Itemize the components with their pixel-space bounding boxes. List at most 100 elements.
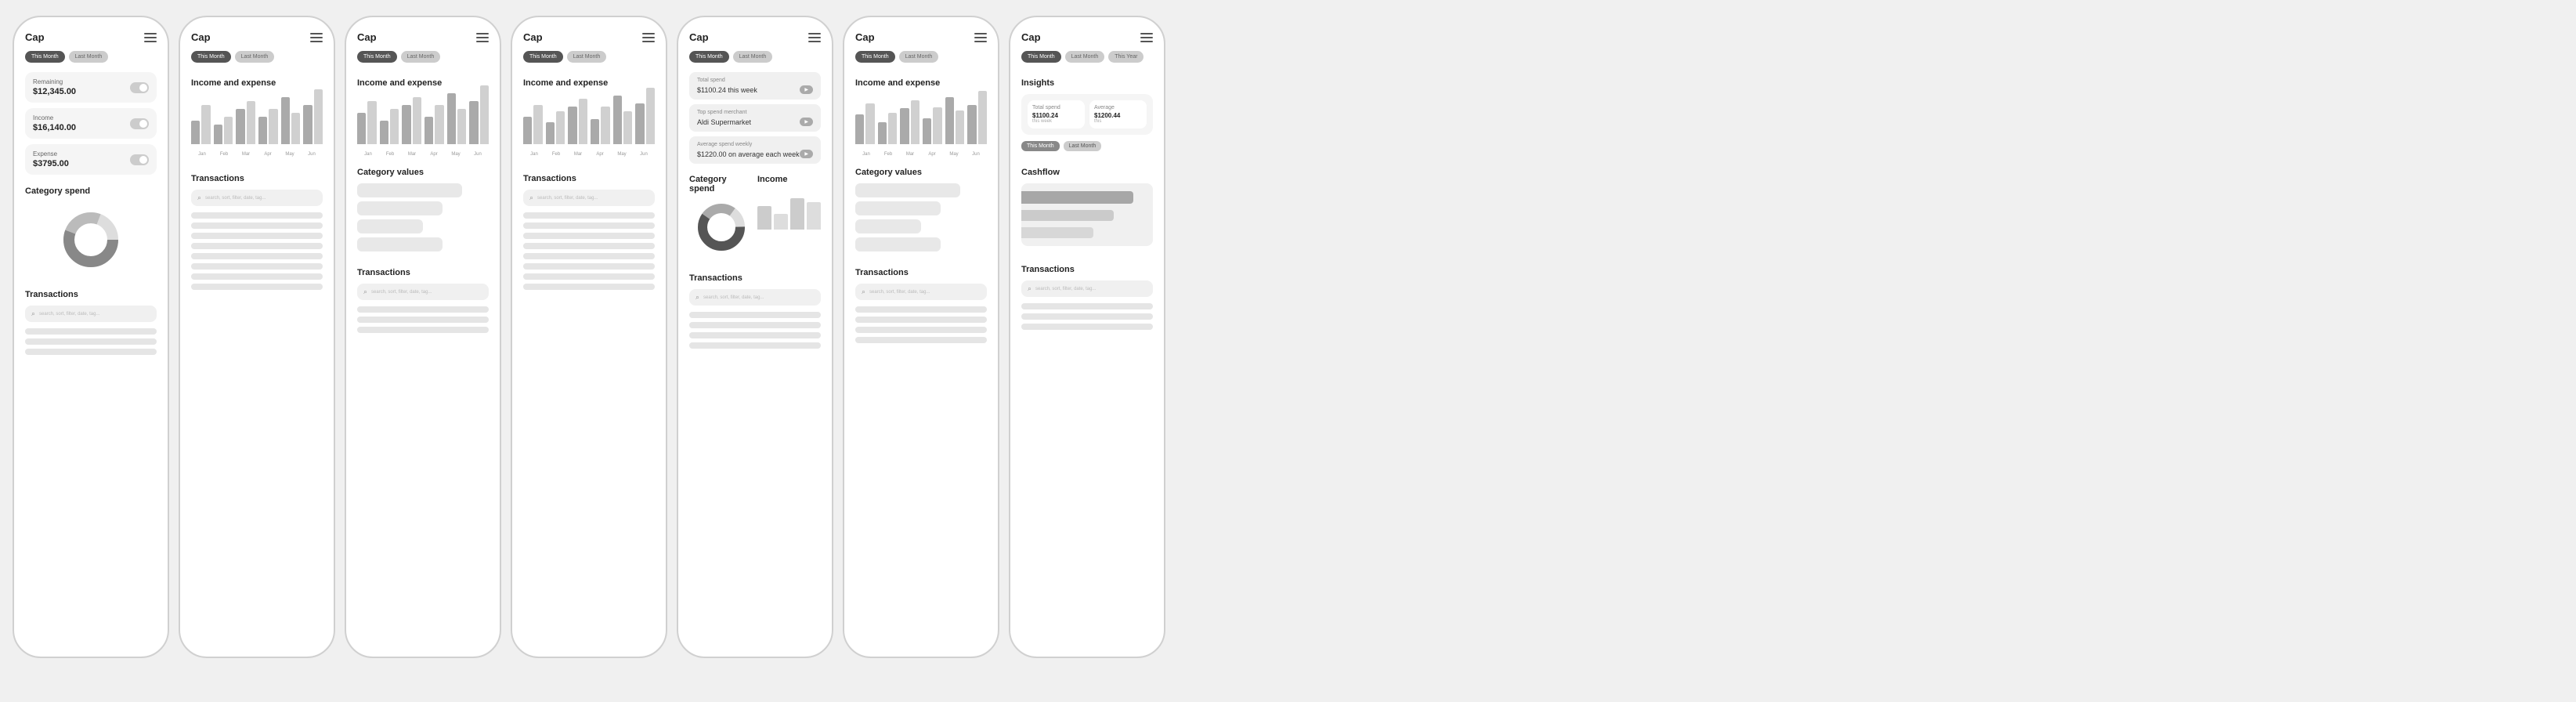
label-may: May (445, 152, 467, 157)
transaction-row (689, 332, 821, 338)
screen6-header: Cap (855, 31, 987, 43)
tab6-thismonth[interactable]: This Month (855, 51, 895, 63)
screen3-tabs: This Month Last Month (357, 51, 489, 63)
tab7-thismonth[interactable]: This Month (1021, 51, 1061, 63)
total-spend-card: Total spend $1100.24 this week ▶ (689, 72, 821, 100)
category-item[interactable] (855, 201, 941, 215)
category-item[interactable] (357, 201, 443, 215)
chart-labels-2: Jan Feb Mar Apr May Jun (191, 152, 323, 157)
tab6-lastmonth[interactable]: Last Month (899, 51, 939, 63)
tab2-lastmonth[interactable]: Last Month (235, 51, 275, 63)
transaction-row (25, 328, 157, 335)
search-bar-7[interactable]: ⌕ search, sort, filter, date, tag... (1021, 280, 1153, 297)
menu-icon-1[interactable] (144, 33, 157, 42)
expense-value: $3795.00 (33, 159, 69, 168)
income-expense-title-6: Income and expense (855, 78, 987, 88)
transaction-row (357, 327, 489, 333)
search-bar-6[interactable]: ⌕ search, sort, filter, date, tag... (855, 284, 987, 300)
category-item[interactable] (855, 237, 941, 251)
search-bar-5[interactable]: ⌕ search, sort, filter, date, tag... (689, 289, 821, 306)
top-merchant-card: Top spend merchant Aldi Supermarket ▶ (689, 104, 821, 132)
avg-weekly-label: Average spend weekly (697, 142, 813, 147)
transaction-row (689, 342, 821, 349)
screen5-header: Cap (689, 31, 821, 43)
income-value: $16,140.00 (33, 123, 76, 132)
screen2-title: Cap (191, 31, 211, 43)
tab1-thismonth[interactable]: This Month (25, 51, 65, 63)
remaining-label: Remaining (33, 78, 76, 85)
label-apr: Apr (589, 152, 611, 157)
tab2-thismonth[interactable]: This Month (191, 51, 231, 63)
tab5-lastmonth[interactable]: Last Month (733, 51, 773, 63)
tab3-thismonth[interactable]: This Month (357, 51, 397, 63)
search-bar-2[interactable]: ⌕ search, sort, filter, date, tag... (191, 190, 323, 206)
menu-icon-2[interactable] (310, 33, 323, 42)
screen1-title: Cap (25, 31, 45, 43)
category-item[interactable] (855, 219, 921, 233)
menu-icon-4[interactable] (642, 33, 655, 42)
tab5-thismonth[interactable]: This Month (689, 51, 729, 63)
transaction-row (25, 349, 157, 355)
tab4-lastmonth[interactable]: Last Month (567, 51, 607, 63)
category-item[interactable] (357, 219, 423, 233)
label-may: May (611, 152, 633, 157)
search-placeholder-2: search, sort, filter, date, tag... (205, 196, 266, 201)
category-values-title-6: Category values (855, 168, 987, 177)
transactions-title-7: Transactions (1021, 265, 1153, 274)
search-bar-4[interactable]: ⌕ search, sort, filter, date, tag... (523, 190, 655, 206)
screen6-title: Cap (855, 31, 875, 43)
tab7-thisyear[interactable]: This Year (1108, 51, 1143, 63)
label-may: May (279, 152, 301, 157)
tab3-lastmonth[interactable]: Last Month (401, 51, 441, 63)
phone-screen-6: Cap This Month Last Month Income and exp… (843, 16, 999, 658)
transaction-row (191, 273, 323, 280)
insights-title-7: Insights (1021, 78, 1153, 88)
search-bar-3[interactable]: ⌕ search, sort, filter, date, tag... (357, 284, 489, 300)
phone-screen-2: Cap This Month Last Month Income and exp… (179, 16, 335, 658)
income-card: Income $16,140.00 (25, 108, 157, 139)
menu-icon-6[interactable] (974, 33, 987, 42)
action-btn-thismonth[interactable]: This Month (1021, 141, 1060, 151)
label-jun: Jun (633, 152, 655, 157)
transaction-row (191, 223, 323, 229)
chart-labels-4: Jan Feb Mar Apr May Jun (523, 152, 655, 157)
transaction-row (523, 243, 655, 249)
label-apr: Apr (257, 152, 279, 157)
category-item[interactable] (357, 237, 443, 251)
income-label: Income (33, 114, 76, 121)
search-placeholder-6: search, sort, filter, date, tag... (869, 290, 930, 295)
screen7-title: Cap (1021, 31, 1041, 43)
tab1-lastmonth[interactable]: Last Month (69, 51, 109, 63)
tab7-lastmonth[interactable]: Last Month (1065, 51, 1105, 63)
transaction-row (523, 233, 655, 239)
label-jan: Jan (855, 152, 877, 157)
income-toggle[interactable] (130, 118, 149, 129)
tab4-thismonth[interactable]: This Month (523, 51, 563, 63)
expense-label: Expense (33, 150, 69, 157)
transactions-title-4: Transactions (523, 174, 655, 183)
expense-toggle[interactable] (130, 154, 149, 165)
action-btn-lastmonth[interactable]: Last Month (1064, 141, 1102, 151)
label-mar: Mar (401, 152, 423, 157)
menu-icon-3[interactable] (476, 33, 489, 42)
transaction-row (523, 263, 655, 270)
total-spend-amount: $1100.24 this week (697, 86, 757, 94)
insights-box: Total spend $1100.24 this week Average $… (1021, 94, 1153, 135)
transaction-row (855, 337, 987, 343)
screen6-tabs: This Month Last Month (855, 51, 987, 63)
top-merchant-name: Aldi Supermarket (697, 118, 751, 126)
label-feb: Feb (213, 152, 235, 157)
category-item[interactable] (855, 183, 960, 197)
total-spend-value: $1100.24 this week ▶ (697, 85, 813, 94)
remaining-toggle[interactable] (130, 82, 149, 93)
menu-icon-7[interactable] (1140, 33, 1153, 42)
transaction-row (523, 284, 655, 290)
label-feb: Feb (545, 152, 567, 157)
search-placeholder-4: search, sort, filter, date, tag... (537, 196, 598, 201)
search-bar-1[interactable]: ⌕ search, sort, filter, date, tag... (25, 306, 157, 322)
menu-icon-5[interactable] (808, 33, 821, 42)
label-jun: Jun (965, 152, 987, 157)
category-item[interactable] (357, 183, 462, 197)
category-spend-panel: Category spend (689, 168, 753, 261)
transaction-row (191, 253, 323, 259)
